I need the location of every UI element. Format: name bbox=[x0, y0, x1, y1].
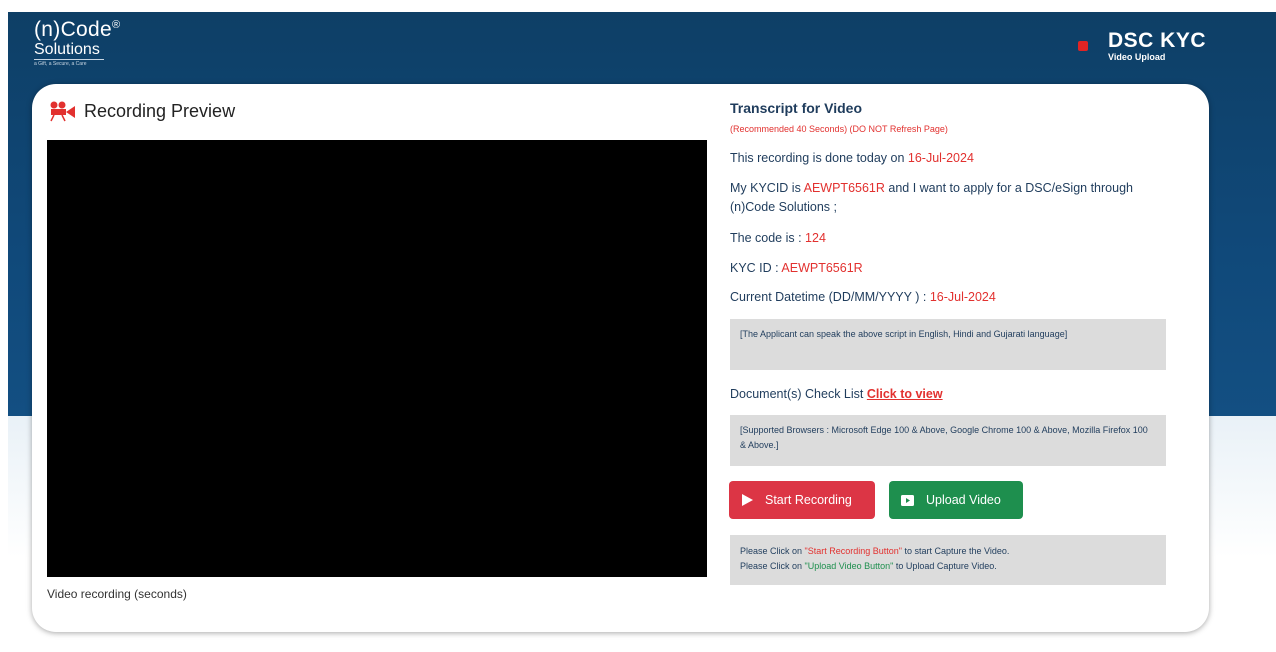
upload-video-button[interactable]: Upload Video bbox=[889, 481, 1023, 519]
video-file-icon bbox=[901, 494, 914, 506]
hint2-prefix: Please Click on bbox=[740, 561, 805, 571]
video-preview[interactable] bbox=[47, 140, 707, 577]
start-recording-label: Start Recording bbox=[765, 493, 852, 507]
transcript-title: Transcript for Video bbox=[730, 100, 862, 116]
start-recording-button[interactable]: Start Recording bbox=[729, 481, 875, 519]
instruction-line-1: Please Click on "Start Recording Button"… bbox=[740, 544, 1156, 559]
hint2-suffix: to Upload Capture Video. bbox=[893, 561, 997, 571]
date-value: 16-Jul-2024 bbox=[907, 151, 974, 165]
kycid-prefix: KYC ID : bbox=[730, 261, 782, 275]
kyc-value: AEWPT6561R bbox=[803, 181, 885, 195]
brand-block: DSC KYC Video Upload bbox=[1077, 29, 1206, 62]
play-icon bbox=[742, 494, 753, 506]
instruction-line-2: Please Click on "Upload Video Button" to… bbox=[740, 559, 1156, 574]
hint1-highlight: "Start Recording Button" bbox=[804, 546, 902, 556]
registered-mark: ® bbox=[111, 19, 121, 31]
instructions-note: Please Click on "Start Recording Button"… bbox=[730, 535, 1166, 585]
hint1-prefix: Please Click on bbox=[740, 546, 805, 556]
logo-line2: Solutions bbox=[34, 41, 104, 60]
recording-date-line: This recording is done today on 16-Jul-2… bbox=[730, 149, 1170, 168]
preview-header: Recording Preview bbox=[48, 100, 235, 122]
logo-tagline: a Gift, a Secure, a Care bbox=[34, 61, 87, 67]
brand-subtitle: Video Upload bbox=[1107, 52, 1166, 62]
movie-camera-icon bbox=[50, 101, 75, 122]
brand-title: DSC KYC bbox=[1107, 29, 1206, 52]
kycid-value: AEWPT6561R bbox=[781, 261, 863, 275]
preview-title: Recording Preview bbox=[84, 100, 236, 121]
hint2-highlight: "Upload Video Button" bbox=[804, 561, 894, 571]
checklist-line: Document(s) Check List Click to view bbox=[730, 385, 1170, 404]
code-line: The code is : 124 bbox=[730, 229, 1170, 248]
browsers-note: [Supported Browsers : Microsoft Edge 100… bbox=[730, 415, 1166, 466]
kyc-id-line: KYC ID : AEWPT6561R bbox=[730, 259, 1170, 278]
transcript-subtitle: (Recommended 40 Seconds) (DO NOT Refresh… bbox=[730, 124, 948, 134]
datetime-line: Current Datetime (DD/MM/YYYY ) : 16-Jul-… bbox=[730, 288, 1170, 307]
datetime-value: 16-Jul-2024 bbox=[929, 290, 996, 304]
hint1-suffix: to start Capture the Video. bbox=[901, 546, 1010, 556]
date-prefix: This recording is done today on bbox=[730, 151, 908, 165]
checklist-link[interactable]: Click to view bbox=[867, 387, 943, 401]
upload-video-label: Upload Video bbox=[926, 493, 1001, 507]
language-note: [The Applicant can speak the above scrip… bbox=[730, 319, 1166, 370]
checklist-prefix: Document(s) Check List bbox=[730, 387, 867, 401]
code-prefix: The code is : bbox=[730, 231, 806, 245]
logo-line1: (n)Code bbox=[34, 18, 112, 41]
record-dot-icon bbox=[1077, 41, 1088, 51]
kycid-statement: My KYCID is AEWPT6561R and I want to app… bbox=[730, 179, 1170, 217]
code-value: 124 bbox=[805, 231, 826, 245]
video-caption: Video recording (seconds) bbox=[47, 587, 187, 601]
company-logo: (n)Code® Solutions a Gift, a Secure, a C… bbox=[34, 14, 120, 68]
kyc-prefix: My KYCID is bbox=[730, 181, 804, 195]
datetime-prefix: Current Datetime (DD/MM/YYYY ) : bbox=[730, 290, 930, 304]
